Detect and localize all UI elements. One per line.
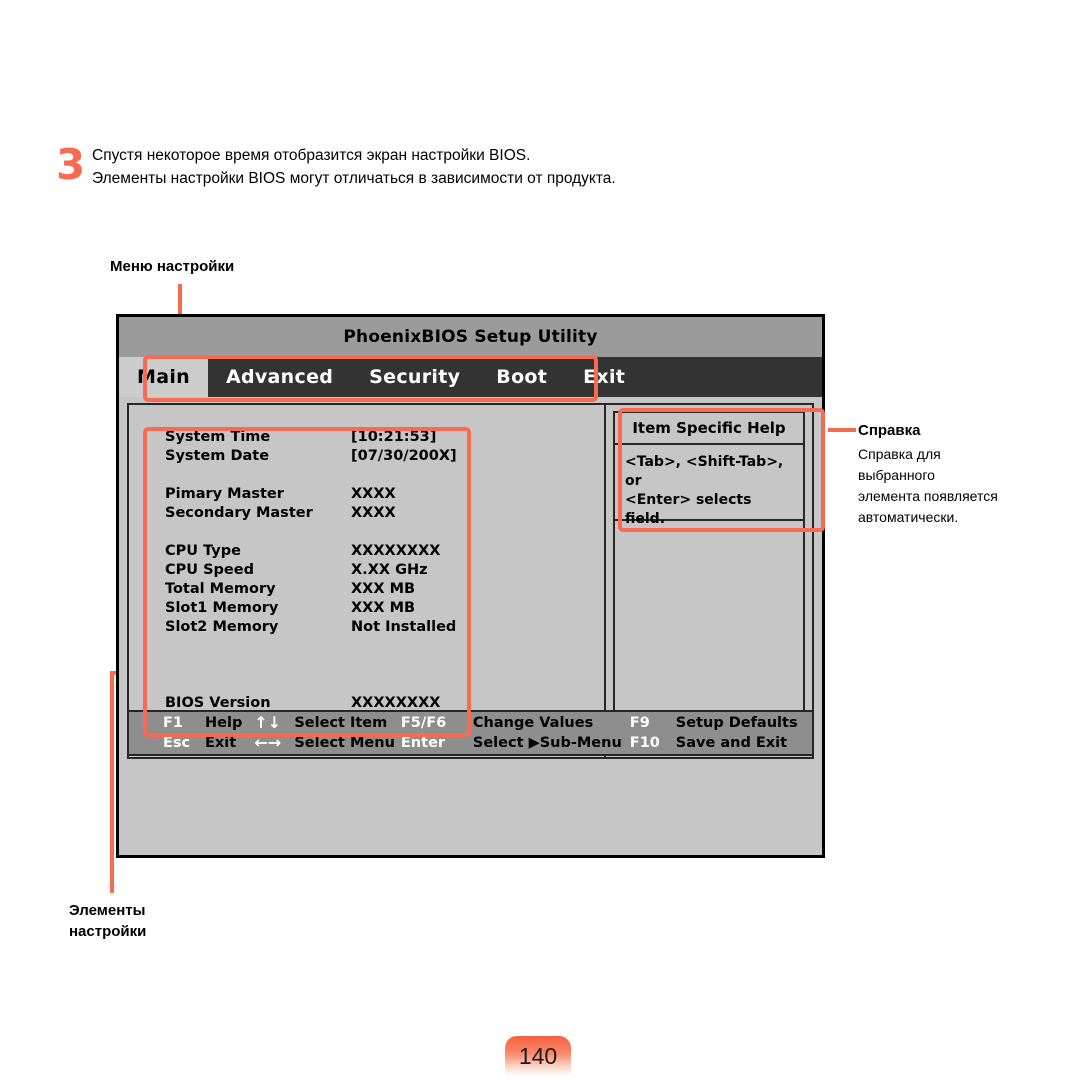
function-key-description: Select ▶Sub-Menu — [472, 735, 622, 751]
function-key-line[interactable]: ←→ Select Menu — [254, 733, 395, 753]
function-key: F1 — [163, 715, 183, 731]
annotation-items-label: Элементы настройки — [69, 902, 147, 940]
setting-value: XXXX — [351, 486, 396, 502]
function-key-line[interactable]: F1 Help — [163, 713, 242, 733]
setting-row-spacer — [165, 637, 585, 656]
setting-value: XXX MB — [351, 600, 416, 616]
function-key-line[interactable]: F5/F6 Change Values — [401, 713, 622, 733]
setting-row-cpu-speed[interactable]: CPU Speed X.XX GHz — [165, 561, 585, 580]
help-box-text: <Tab>, <Shift-Tab>, or <Enter> selects f… — [625, 454, 784, 527]
step-number: 3 — [56, 140, 85, 189]
function-key: F9 — [629, 715, 650, 731]
setting-row-spacer — [165, 675, 585, 694]
function-key-line[interactable]: F9 Setup Defaults — [630, 713, 798, 733]
bios-panels: System Time [10:21:53] System Date [07/3… — [127, 403, 814, 759]
tab-advanced[interactable]: Advanced — [208, 357, 351, 397]
setting-label: Total Memory — [165, 581, 276, 597]
function-key-line[interactable]: Enter Select ▶Sub-Menu — [401, 733, 622, 753]
bios-title-bar: PhoenixBIOS Setup Utility — [119, 317, 822, 357]
bios-body: System Time [10:21:53] System Date [07/3… — [119, 397, 822, 764]
bios-help-panel: Item Specific Help <Tab>, <Shift-Tab>, o… — [606, 405, 812, 757]
arrow-left-right-icon: ←→ — [254, 733, 282, 752]
tab-main[interactable]: Main — [119, 357, 208, 397]
setting-row-total-memory[interactable]: Total Memory XXX MB — [165, 580, 585, 599]
setting-label: Secondary Master — [165, 505, 313, 521]
step-line-1: Спустя некоторое время отобразится экран… — [92, 147, 531, 164]
function-key-group-2: ↑↓ Select Item ←→ Select Menu — [254, 712, 395, 754]
setting-row-secondary-master[interactable]: Secondary Master XXXX — [165, 504, 585, 523]
tab-security[interactable]: Security — [351, 357, 478, 397]
setting-value: XXXX — [351, 505, 396, 521]
function-key-group-4: F9 Setup Defaults F10 Save and Exit — [630, 712, 798, 754]
function-key-description: Select Menu — [294, 735, 395, 751]
setting-label: Slot1 Memory — [165, 600, 279, 616]
setting-value: XXXXXXXX — [351, 543, 441, 559]
setting-value: [10:21:53] — [351, 429, 437, 445]
help-box-title: Item Specific Help — [615, 413, 803, 445]
page-number-badge: 140 — [505, 1036, 571, 1076]
setting-row-primary-master[interactable]: Pimary Master XXXX — [165, 485, 585, 504]
annotation-help-body: Справка для выбранного элемента появляет… — [858, 446, 998, 525]
setting-row-slot1-memory[interactable]: Slot1 Memory XXX MB — [165, 599, 585, 618]
function-key: Enter — [400, 735, 446, 751]
setting-label: CPU Type — [165, 543, 241, 559]
leader-line-help — [828, 428, 856, 432]
setting-row-system-date[interactable]: System Date [07/30/200X] — [165, 447, 585, 466]
function-key-description: Save and Exit — [675, 735, 788, 751]
function-key-description: Help — [205, 715, 243, 731]
bios-menu-bar: Main Advanced Security Boot Exit — [119, 357, 822, 397]
function-key-line[interactable]: Esc Exit — [163, 733, 242, 753]
function-key: Esc — [163, 735, 191, 751]
setting-label: CPU Speed — [165, 562, 254, 578]
setting-label: Slot2 Memory — [165, 619, 279, 635]
setting-row-spacer — [165, 523, 585, 542]
function-key-description: Setup Defaults — [675, 715, 798, 731]
setting-value: XXX MB — [351, 581, 416, 597]
function-key-group-1: F1 Help Esc Exit — [163, 712, 242, 754]
item-specific-help-box: Item Specific Help <Tab>, <Shift-Tab>, o… — [613, 411, 805, 527]
page-number-text: 140 — [518, 1042, 558, 1069]
bios-title-text: PhoenixBIOS Setup Utility — [343, 327, 598, 347]
tab-boot[interactable]: Boot — [478, 357, 565, 397]
annotation-help-title: Справка — [858, 422, 921, 439]
setting-label: System Time — [165, 429, 271, 445]
function-key-line[interactable]: F10 Save and Exit — [630, 733, 798, 753]
bios-setup-window: PhoenixBIOS Setup Utility Main Advanced … — [116, 314, 825, 858]
setting-row-system-time[interactable]: System Time [10:21:53] — [165, 428, 585, 447]
setting-row-slot2-memory[interactable]: Slot2 Memory Not Installed — [165, 618, 585, 637]
function-key-group-3: F5/F6 Change Values Enter Select ▶Sub-Me… — [401, 712, 622, 754]
setting-label: System Date — [165, 448, 270, 464]
arrow-up-down-icon: ↑↓ — [254, 713, 282, 732]
setting-value: Not Installed — [351, 619, 457, 635]
step-text: Спустя некоторое время отобразится экран… — [92, 144, 816, 190]
setting-row-spacer — [165, 466, 585, 485]
setting-value: X.XX GHz — [351, 562, 428, 578]
function-key: F5/F6 — [400, 715, 447, 731]
function-key-description: Select Item — [294, 715, 388, 731]
function-key-line[interactable]: ↑↓ Select Item — [254, 713, 395, 733]
setting-row-spacer — [165, 656, 585, 675]
bios-settings-panel: System Time [10:21:53] System Date [07/3… — [129, 405, 604, 757]
function-key-description: Exit — [205, 735, 237, 751]
setting-label: Pimary Master — [165, 486, 284, 502]
annotation-menu-label: Меню настройки — [110, 258, 235, 275]
step-instruction-block: 3 Спустя некоторое время отобразится экр… — [56, 144, 816, 190]
tab-exit[interactable]: Exit — [565, 357, 643, 397]
bios-function-key-bar: F1 Help Esc Exit ↑↓ Select Item ←→ Selec… — [127, 710, 814, 756]
leader-line-items-vertical — [110, 671, 114, 893]
function-key: F10 — [629, 735, 660, 751]
step-line-2: Элементы настройки BIOS могут отличаться… — [92, 170, 616, 187]
setting-row-cpu-type[interactable]: CPU Type XXXXXXXX — [165, 542, 585, 561]
settings-list: System Time [10:21:53] System Date [07/3… — [165, 428, 585, 732]
function-key-description: Change Values — [472, 715, 594, 731]
setting-value: [07/30/200X] — [351, 448, 457, 464]
